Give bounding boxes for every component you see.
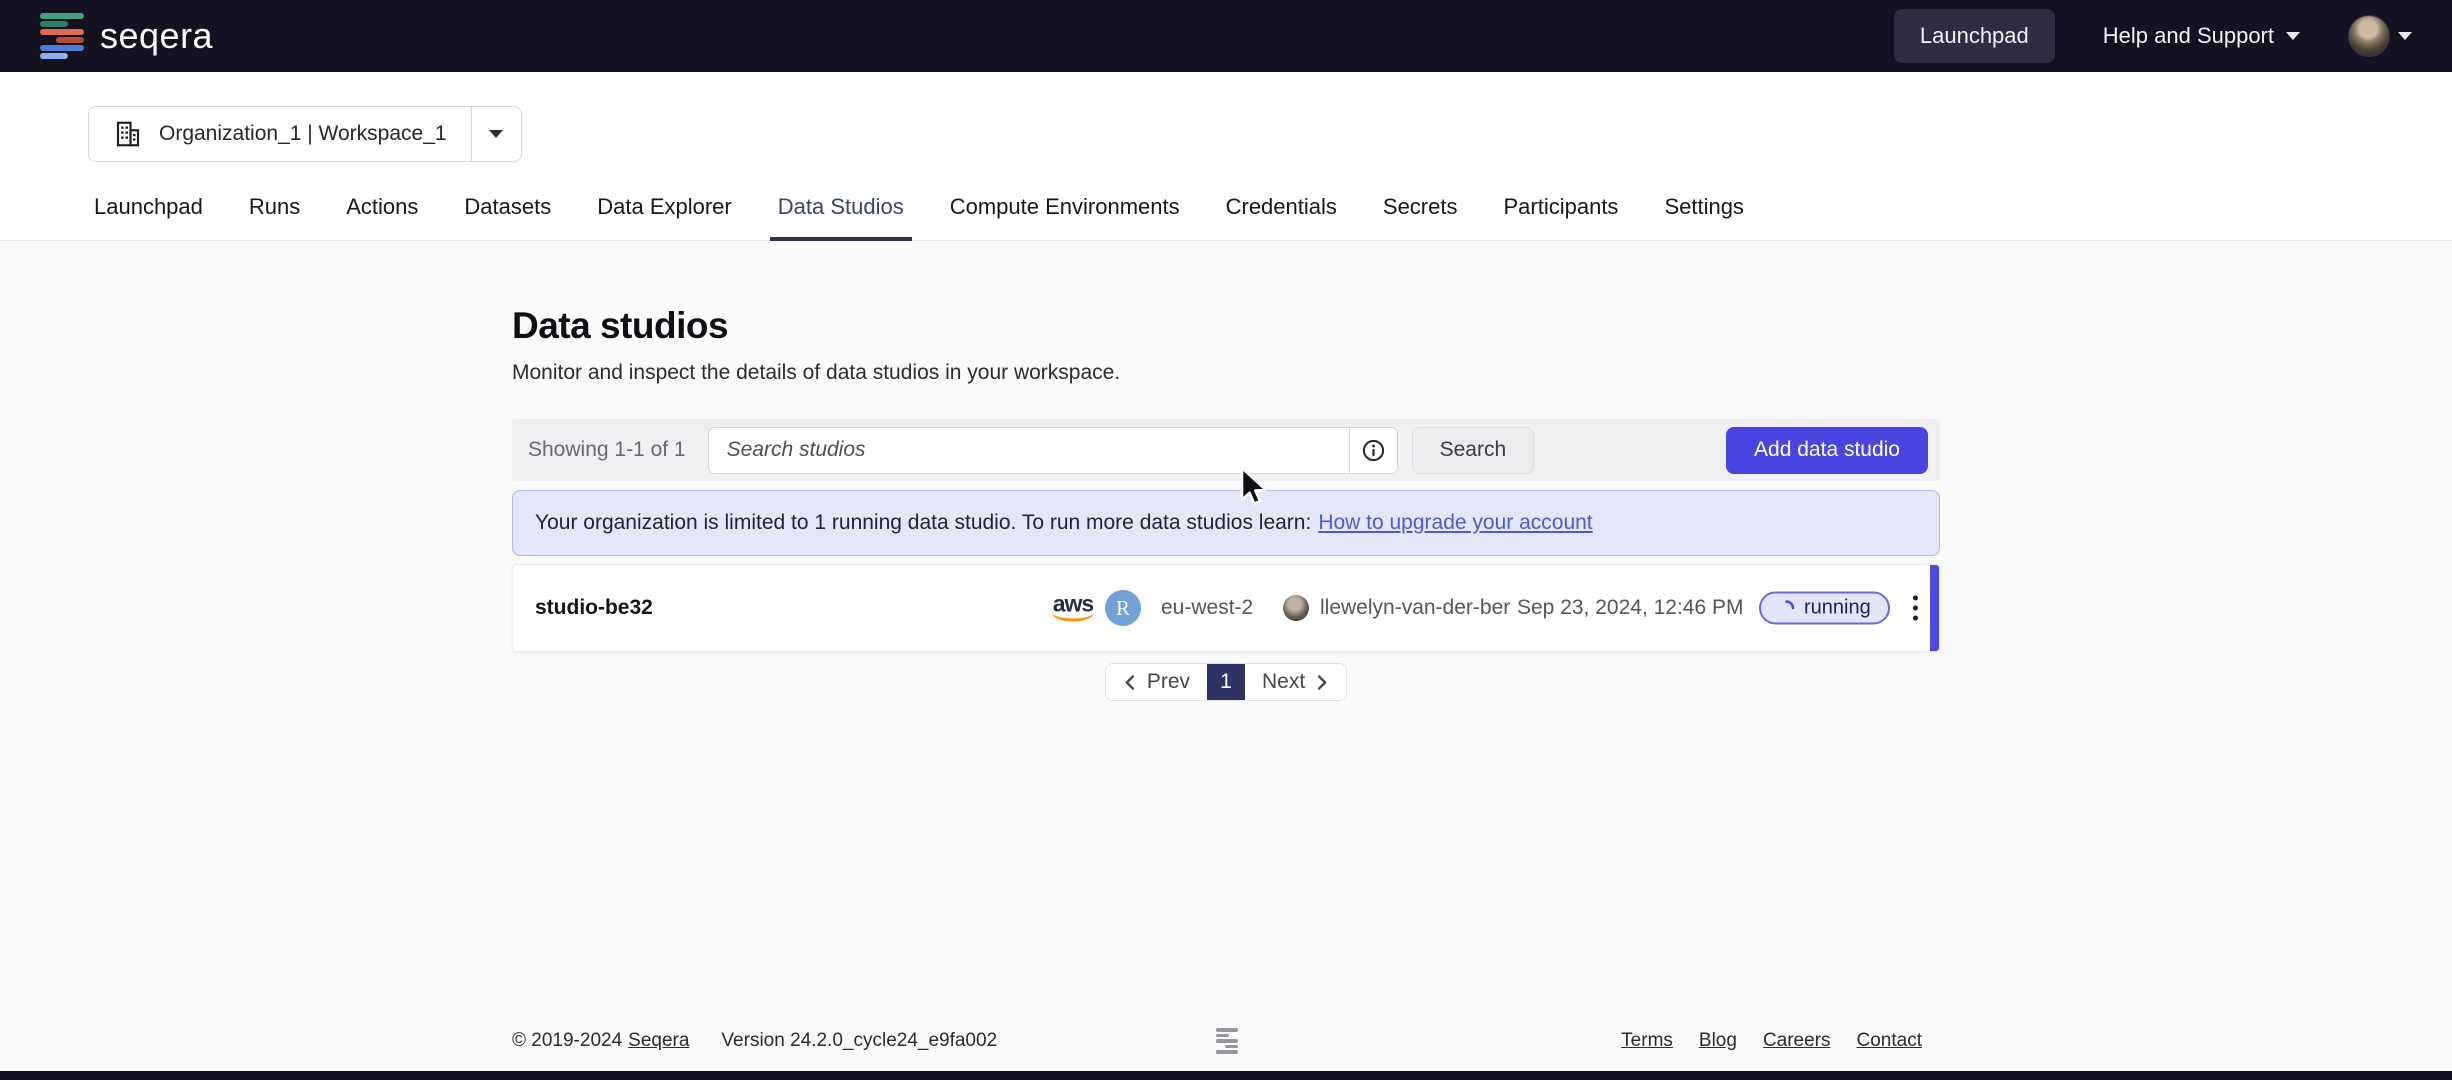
main-content: Data studios Monitor and inspect the det… (512, 305, 1940, 701)
status-badge: running (1759, 591, 1890, 625)
footer-left: © 2019-2024 Seqera Version 24.2.0_cycle2… (512, 1030, 997, 1052)
user-avatar-menu[interactable] (2348, 15, 2412, 57)
info-icon (1362, 439, 1384, 461)
studio-created-date: Sep 23, 2024, 12:46 PM (1517, 596, 1744, 619)
tab-data-explorer[interactable]: Data Explorer (597, 194, 732, 240)
page-title: Data studios (512, 305, 729, 346)
upgrade-account-link[interactable]: How to upgrade your account (1318, 511, 1592, 535)
tab-data-studios[interactable]: Data Studios (769, 194, 912, 241)
bottom-window-edge (0, 1071, 2452, 1080)
footer-link-terms[interactable]: Terms (1621, 1030, 1673, 1052)
rstudio-app-badge: R (1105, 590, 1141, 626)
search-input[interactable] (708, 427, 1349, 473)
next-label: Next (1262, 670, 1306, 693)
owner-name: llewelyn-van-der-ber (1320, 596, 1511, 619)
tab-settings[interactable]: Settings (1664, 194, 1744, 240)
tab-secrets[interactable]: Secrets (1383, 194, 1458, 240)
pagination-page-1[interactable]: 1 (1207, 664, 1245, 700)
workspace-selector[interactable]: Organization_1 | Workspace_1 (88, 106, 522, 162)
footer-link-careers[interactable]: Careers (1763, 1030, 1831, 1052)
aws-swoosh (1052, 613, 1094, 622)
navbar-right: Launchpad Help and Support (1893, 9, 2412, 63)
studio-name-link[interactable]: studio-be32 (535, 596, 653, 620)
seqera-logo[interactable]: seqera (40, 13, 213, 59)
chevron-down-icon (2286, 32, 2300, 40)
tab-participants[interactable]: Participants (1503, 194, 1618, 240)
tab-datasets[interactable]: Datasets (464, 194, 551, 240)
launchpad-button[interactable]: Launchpad (1893, 9, 2055, 63)
aws-logo-text: aws (1052, 590, 1094, 617)
aws-logo-icon: aws (1047, 590, 1099, 622)
top-navbar: seqera Launchpad Help and Support (0, 0, 2452, 72)
page-footer: © 2019-2024 Seqera Version 24.2.0_cycle2… (0, 1018, 2452, 1064)
search-button[interactable]: Search (1411, 426, 1535, 474)
chevron-right-icon (1318, 674, 1327, 690)
row-actions-menu-button[interactable] (1907, 590, 1924, 627)
help-and-support-menu[interactable]: Help and Support (2103, 23, 2300, 49)
pagination-next-button[interactable]: Next (1245, 664, 1347, 700)
search-info-button[interactable] (1348, 427, 1397, 473)
workspace-selector-dropdown-button[interactable] (470, 107, 521, 161)
tab-launchpad[interactable]: Launchpad (94, 194, 203, 240)
footer-link-contact[interactable]: Contact (1857, 1030, 1922, 1052)
search-input-group (707, 426, 1398, 474)
studio-region: eu-west-2 (1161, 596, 1254, 619)
avatar (2348, 15, 2390, 57)
pagination: Prev 1 Next (1104, 663, 1348, 701)
limit-banner-text: Your organization is limited to 1 runnin… (535, 511, 1312, 534)
spinner-icon (1785, 600, 1795, 610)
tab-runs[interactable]: Runs (249, 194, 300, 240)
chevron-down-icon (2398, 32, 2412, 40)
limit-banner: Your organization is limited to 1 runnin… (512, 490, 1940, 556)
organization-icon (116, 121, 140, 147)
tab-credentials[interactable]: Credentials (1226, 194, 1337, 240)
workspace-tabs: Launchpad Runs Actions Datasets Data Exp… (0, 194, 2452, 241)
status-label: running (1804, 596, 1871, 619)
studio-row[interactable]: studio-be32 aws R eu-west-2 llewelyn-van… (512, 564, 1940, 652)
studio-owner: llewelyn-van-der-ber (1283, 595, 1510, 621)
owner-avatar (1283, 595, 1309, 621)
tab-compute-environments[interactable]: Compute Environments (950, 194, 1180, 240)
add-data-studio-button[interactable]: Add data studio (1726, 426, 1928, 474)
showing-count-label: Showing 1-1 of 1 (528, 438, 686, 461)
table-scrollbar[interactable] (1930, 565, 1939, 651)
workspace-header: Organization_1 | Workspace_1 Launchpad R… (0, 72, 2452, 241)
seqera-mark-icon (1216, 1028, 1238, 1054)
version-label: Version 24.2.0_cycle24_e9fa002 (721, 1030, 998, 1051)
help-and-support-label: Help and Support (2102, 23, 2274, 48)
chevron-left-icon (1125, 674, 1134, 690)
seqera-logo-text: seqera (100, 15, 214, 56)
pagination-prev-button[interactable]: Prev (1105, 664, 1207, 700)
studios-toolbar: Showing 1-1 of 1 Search Add data studio (512, 419, 1940, 481)
chevron-down-icon (489, 130, 504, 138)
tab-actions[interactable]: Actions (346, 194, 418, 240)
footer-link-blog[interactable]: Blog (1699, 1030, 1737, 1052)
footer-links: Terms Blog Careers Contact (1621, 1030, 1922, 1052)
workspace-selector-main: Organization_1 | Workspace_1 (89, 107, 471, 161)
seqera-logo-icon (40, 13, 84, 59)
page-subtitle: Monitor and inspect the details of data … (512, 361, 1121, 384)
workspace-selector-label: Organization_1 | Workspace_1 (159, 122, 447, 145)
seqera-footer-link[interactable]: Seqera (628, 1030, 689, 1052)
prev-label: Prev (1146, 670, 1190, 693)
copyright: © 2019-2024 Seqera (512, 1030, 689, 1052)
copyright-text: © 2019-2024 (512, 1030, 623, 1051)
